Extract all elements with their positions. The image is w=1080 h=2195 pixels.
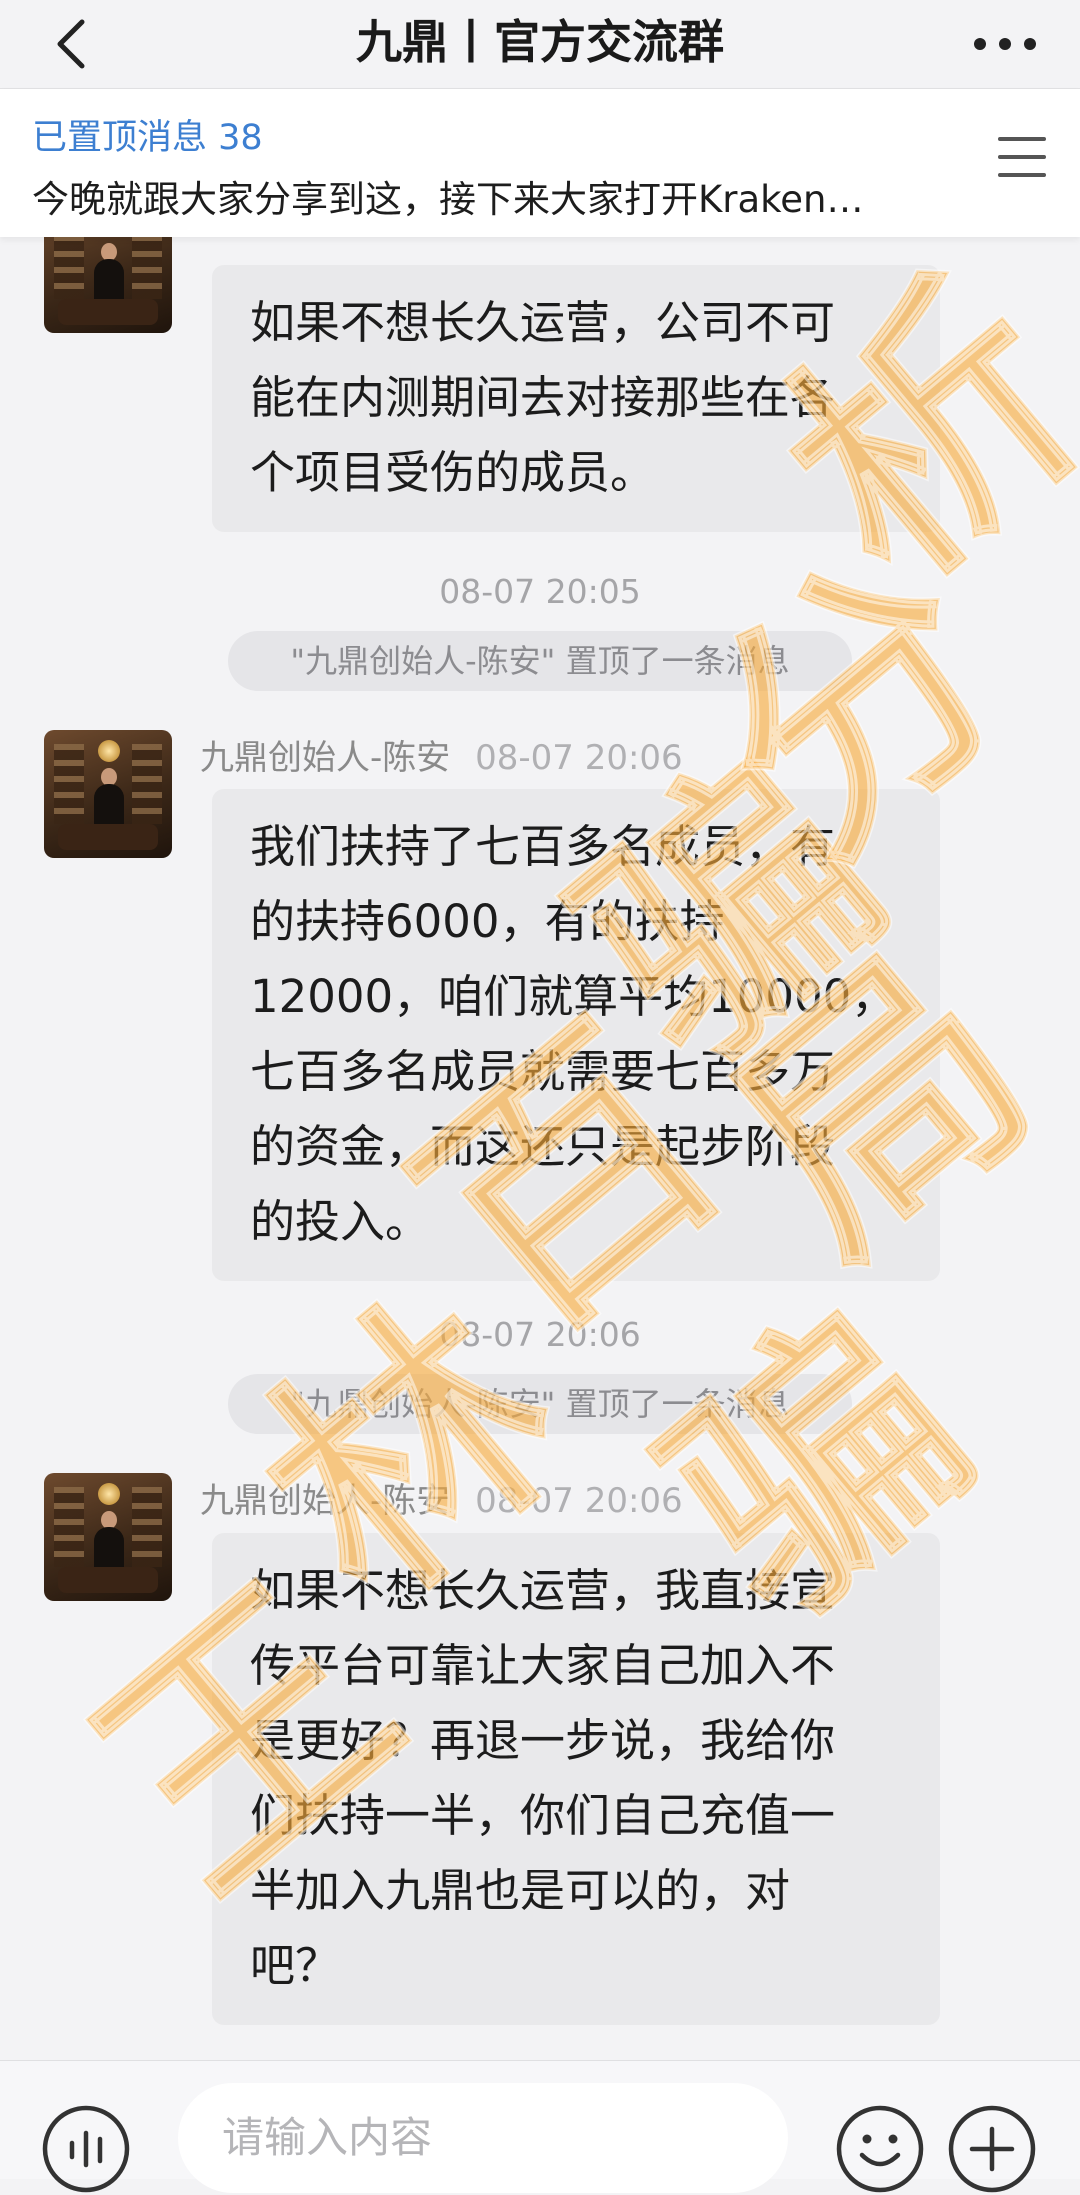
- sender-name: 九鼎创始人-陈安 08-07 20:06: [200, 730, 683, 779]
- message-line: 是更好？再退一步说，我给你: [250, 1714, 836, 1767]
- message-time: 08-07 20:06: [475, 1481, 683, 1521]
- message-line: 的资金，而这还只是起步阶段: [250, 1120, 836, 1173]
- message-line: 12000，咱们就算平均10000，: [250, 970, 897, 1023]
- system-notice: "九鼎创始人-陈安" 置顶了一条消息: [228, 1374, 852, 1434]
- more-actions-button[interactable]: [946, 2103, 1038, 2195]
- message-line: 的投入。: [250, 1195, 431, 1248]
- message-line: 七百多名成员就需要七百多万: [250, 1045, 836, 1098]
- pinned-preview-text: 今晚就跟大家分享到这，接下来大家打开Kraken…: [32, 178, 864, 221]
- input-bar: 请输入内容: [0, 2060, 1080, 2193]
- pinned-message-bar[interactable]: 已置顶消息 38 今晚就跟大家分享到这，接下来大家打开Kraken…: [0, 89, 1080, 237]
- message-line: 能在内测期间去对接那些在各: [250, 371, 836, 424]
- pinned-count-label: 已置顶消息 38: [32, 118, 263, 158]
- message-line: 的扶持6000，有的扶持: [250, 895, 725, 948]
- message-line: 我们扶持了七百多名成员，有: [250, 820, 836, 873]
- message-list[interactable]: 如果不想长久运营，公司不可 能在内测期间去对接那些在各 个项目受伤的成员。 08…: [0, 237, 1080, 2060]
- avatar[interactable]: [44, 730, 172, 858]
- message-input[interactable]: 请输入内容: [178, 2083, 788, 2193]
- message-bubble[interactable]: 如果不想长久运营，我直接宣 传平台可靠让大家自己加入不 是更好？再退一步说，我给…: [212, 1533, 940, 2025]
- message-bubble[interactable]: 如果不想长久运营，公司不可 能在内测期间去对接那些在各 个项目受伤的成员。: [212, 265, 940, 532]
- message-bubble[interactable]: 我们扶持了七百多名成员，有 的扶持6000，有的扶持 12000，咱们就算平均1…: [212, 789, 940, 1281]
- chat-header: 九鼎丨官方交流群: [0, 0, 1080, 89]
- sender-name: 九鼎创始人-陈安 08-07 20:06: [200, 1473, 683, 1522]
- more-options-button[interactable]: [970, 22, 1040, 66]
- message-line: 半加入九鼎也是可以的，对: [250, 1864, 791, 1917]
- sender-name-text: 九鼎创始人-陈安: [200, 1481, 451, 1521]
- emoji-button[interactable]: [834, 2103, 926, 2195]
- more-horizontal-icon: [974, 38, 1036, 50]
- voice-input-button[interactable]: [40, 2103, 132, 2195]
- message-line: 如果不想长久运营，我直接宣: [250, 1564, 836, 1617]
- message-line: 吧？: [250, 1939, 341, 1992]
- avatar[interactable]: [44, 1473, 172, 1601]
- system-notice: "九鼎创始人-陈安" 置顶了一条消息: [228, 631, 852, 691]
- message-line: 传平台可靠让大家自己加入不: [250, 1639, 836, 1692]
- message-line: 个项目受伤的成员。: [250, 446, 656, 499]
- message-line: 们扶持一半，你们自己充值一: [250, 1789, 836, 1842]
- message-time: 08-07 20:06: [475, 738, 683, 778]
- timestamp: 08-07 20:05: [439, 572, 641, 611]
- message-line: 如果不想长久运营，公司不可: [250, 296, 836, 349]
- timestamp: 08-07 20:06: [439, 1315, 641, 1354]
- pinned-list-button[interactable]: [994, 129, 1050, 185]
- chat-title: 九鼎丨官方交流群: [356, 15, 724, 69]
- sender-name-text: 九鼎创始人-陈安: [200, 738, 451, 778]
- list-menu-icon: [998, 137, 1046, 177]
- avatar[interactable]: [44, 237, 172, 333]
